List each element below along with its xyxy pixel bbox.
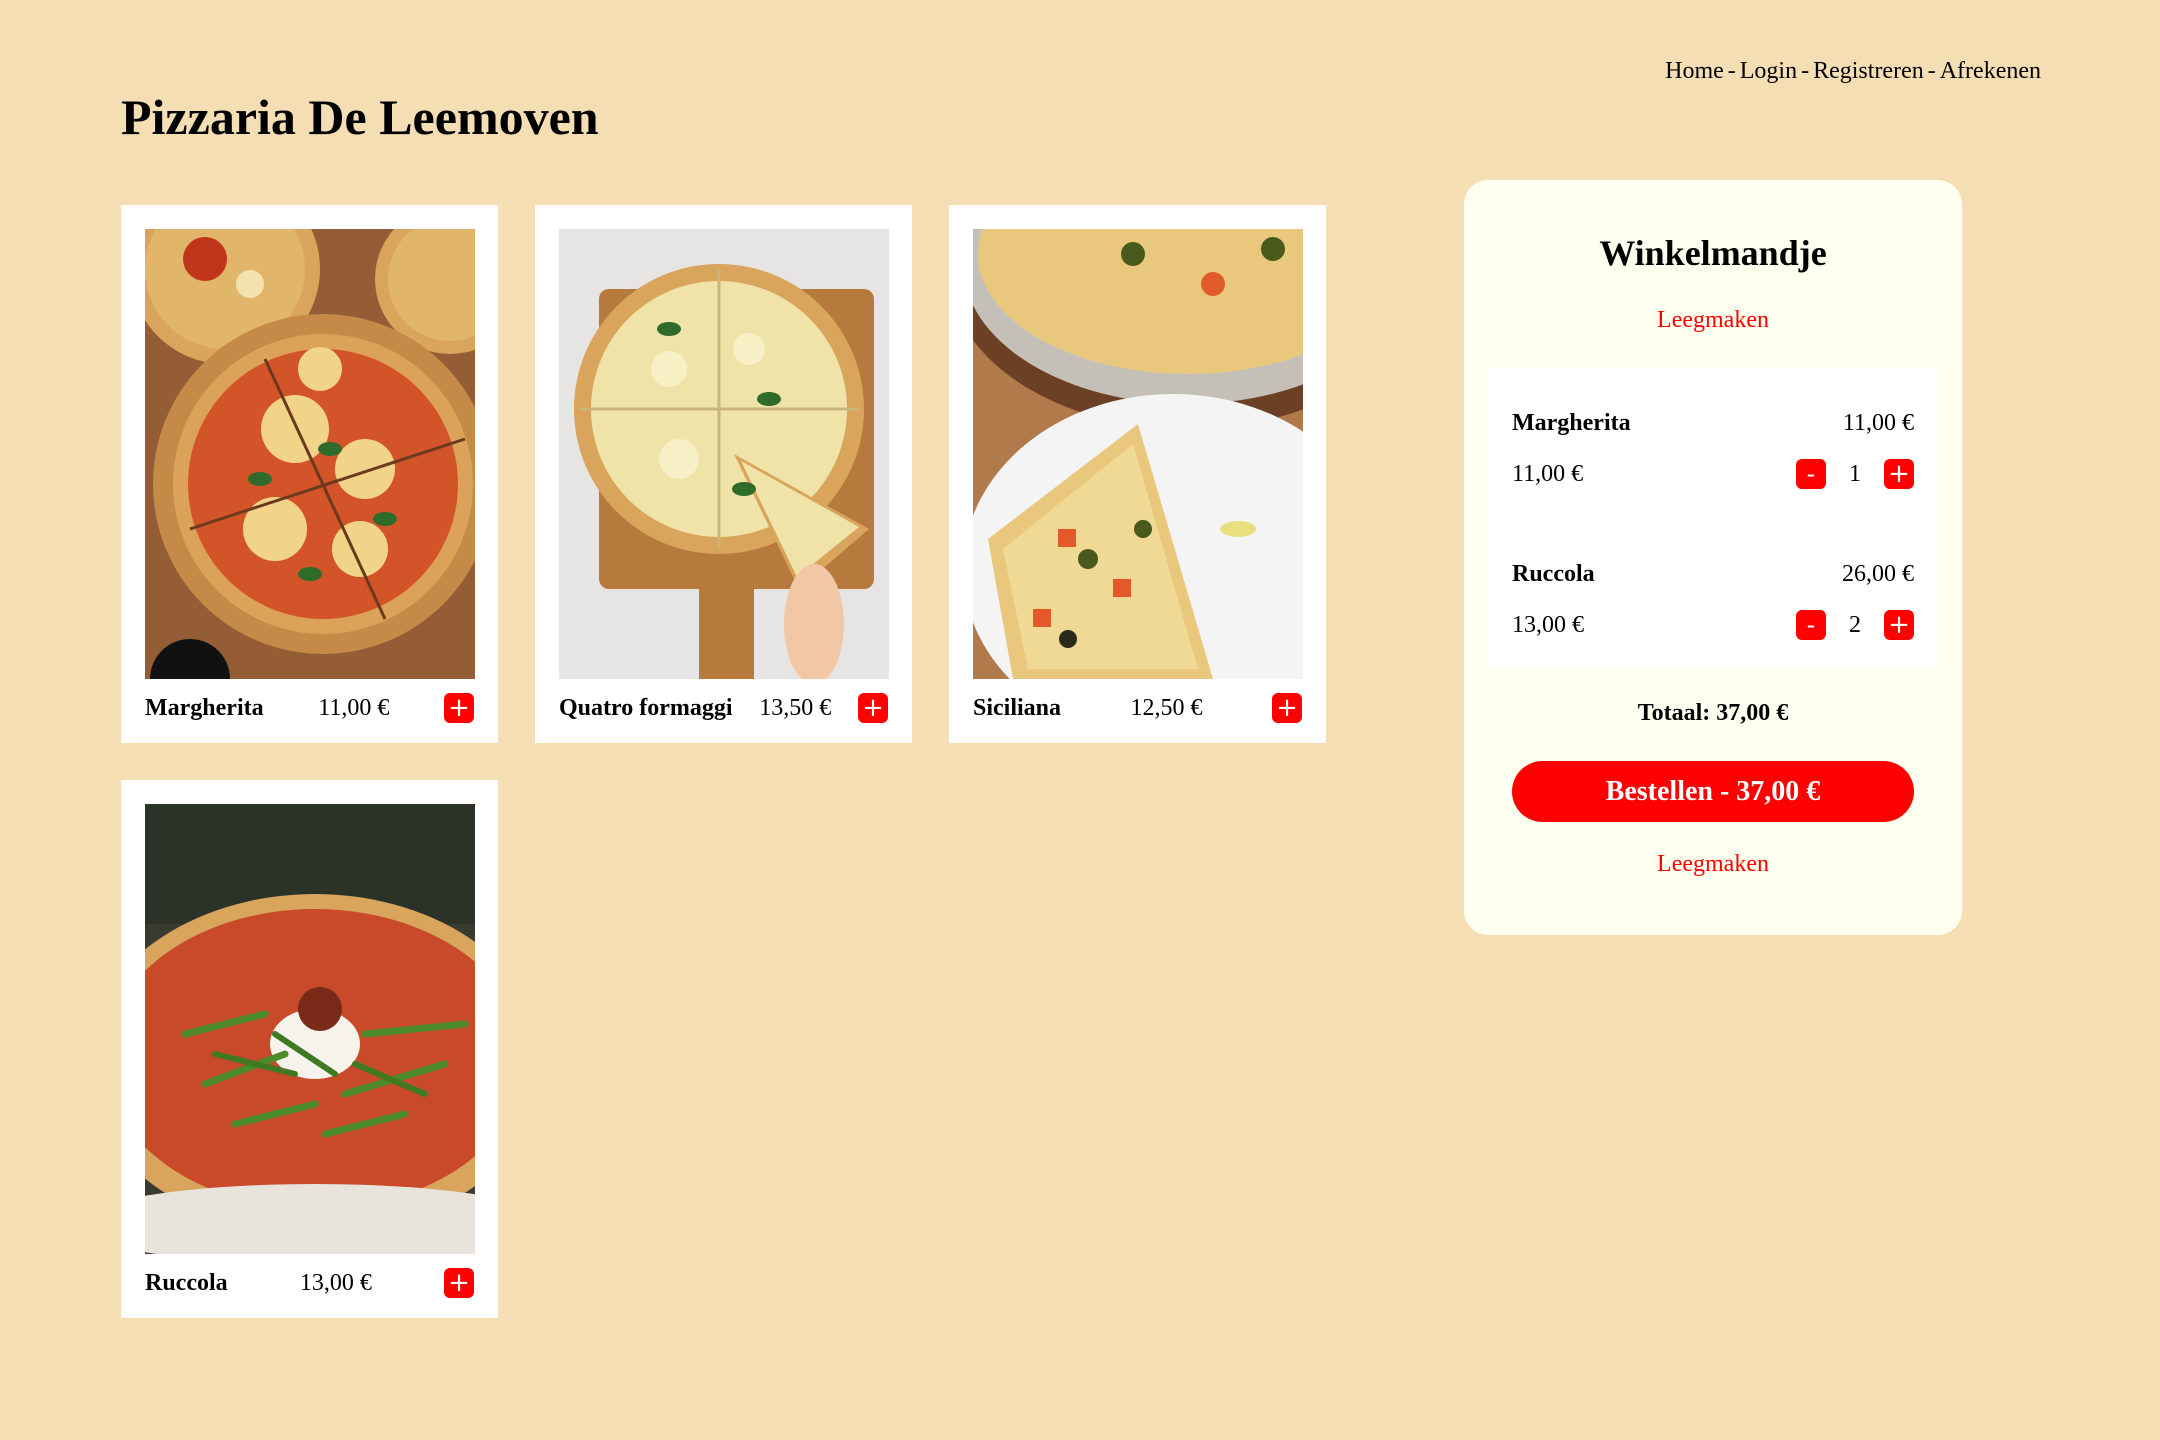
product-price: 11,00 € bbox=[318, 694, 390, 721]
product-price: 12,50 € bbox=[1130, 694, 1203, 721]
product-price: 13,50 € bbox=[759, 694, 832, 721]
decrease-quantity-button[interactable]: - bbox=[1796, 610, 1826, 640]
product-footer: Quatro formaggi 13,50 € + bbox=[559, 683, 888, 733]
top-navigation: Home - Login - Registreren - Afrekenen bbox=[1665, 58, 2041, 85]
pizza-margherita-image bbox=[145, 229, 475, 679]
product-name: Siciliana bbox=[973, 694, 1062, 721]
product-card-quatro-formaggi: Quatro formaggi 13,50 € + bbox=[535, 205, 912, 743]
product-name: Margherita bbox=[145, 694, 264, 721]
cart-title: Winkelmandje bbox=[1599, 233, 1827, 273]
nav-checkout-link[interactable]: Afrekenen bbox=[1940, 58, 2041, 84]
product-card-siciliana: Siciliana 12,50 € + bbox=[949, 205, 1326, 743]
quantity-stepper: - 1 + bbox=[1796, 459, 1914, 489]
cart-item-controls-row: 13,00 € - 2 + bbox=[1512, 610, 1914, 640]
cart-item-unit-price: 13,00 € bbox=[1512, 611, 1584, 638]
product-name: Ruccola bbox=[145, 1269, 228, 1296]
pizza-ruccola-image bbox=[145, 804, 475, 1254]
product-footer: Siciliana 12,50 € + bbox=[973, 683, 1302, 733]
shopping-cart-panel: Winkelmandje Leegmaken Margherita 11,00 … bbox=[1464, 180, 1962, 935]
quantity-stepper: - 2 + bbox=[1796, 610, 1914, 640]
cart-item-name: Ruccola bbox=[1512, 560, 1595, 587]
cart-item: Margherita 11,00 € 11,00 € - 1 + bbox=[1512, 408, 1914, 518]
nav-separator: - bbox=[1727, 58, 1736, 84]
cart-item-name: Margherita bbox=[1512, 409, 1631, 436]
add-to-cart-button[interactable]: + bbox=[443, 693, 474, 723]
product-grid: Margherita 11,00 € + Quatro formaggi 13,… bbox=[121, 205, 1326, 1318]
cart-item-controls-row: 11,00 € - 1 + bbox=[1512, 459, 1914, 489]
product-footer: Ruccola 13,00 € + bbox=[145, 1258, 474, 1308]
product-price: 13,00 € bbox=[299, 1269, 372, 1296]
page-title: Pizzaria De Leemoven bbox=[121, 89, 599, 145]
nav-home-link[interactable]: Home bbox=[1665, 58, 1724, 84]
nav-login-link[interactable]: Login bbox=[1740, 58, 1797, 84]
cart-item-header: Margherita 11,00 € bbox=[1512, 408, 1914, 438]
add-to-cart-button[interactable]: + bbox=[1272, 693, 1302, 723]
increase-quantity-button[interactable]: + bbox=[1884, 610, 1914, 640]
cart-items-list: Margherita 11,00 € 11,00 € - 1 + Ruccola… bbox=[1488, 368, 1938, 667]
add-to-cart-button[interactable]: + bbox=[858, 693, 888, 723]
clear-cart-link[interactable]: Leegmaken bbox=[1464, 307, 1962, 334]
clear-cart-link[interactable]: Leegmaken bbox=[1464, 851, 1962, 878]
cart-item: Ruccola 26,00 € 13,00 € - 2 + bbox=[1512, 559, 1914, 669]
product-name: Quatro formaggi bbox=[559, 694, 733, 721]
order-button[interactable]: Bestellen - 37,00 € bbox=[1512, 761, 1914, 822]
quantity-value: 1 bbox=[1849, 460, 1861, 487]
cart-item-line-total: 26,00 € bbox=[1842, 560, 1914, 587]
cart-item-unit-price: 11,00 € bbox=[1512, 460, 1584, 487]
nav-separator: - bbox=[1927, 58, 1936, 84]
nav-separator: - bbox=[1801, 58, 1810, 84]
cart-item-line-total: 11,00 € bbox=[1842, 409, 1914, 436]
cart-total: Totaal: 37,00 € bbox=[1637, 700, 1789, 726]
pizza-quatro-formaggi-image bbox=[559, 229, 889, 679]
add-to-cart-button[interactable]: + bbox=[444, 1268, 474, 1298]
cart-item-header: Ruccola 26,00 € bbox=[1512, 559, 1914, 589]
product-footer: Margherita 11,00 € + bbox=[145, 683, 474, 733]
product-card-margherita: Margherita 11,00 € + bbox=[121, 205, 498, 743]
decrease-quantity-button[interactable]: - bbox=[1796, 459, 1826, 489]
pizza-siciliana-image bbox=[973, 229, 1303, 679]
increase-quantity-button[interactable]: + bbox=[1884, 459, 1914, 489]
nav-register-link[interactable]: Registreren bbox=[1813, 58, 1924, 84]
quantity-value: 2 bbox=[1849, 611, 1861, 638]
product-card-ruccola: Ruccola 13,00 € + bbox=[121, 780, 498, 1318]
